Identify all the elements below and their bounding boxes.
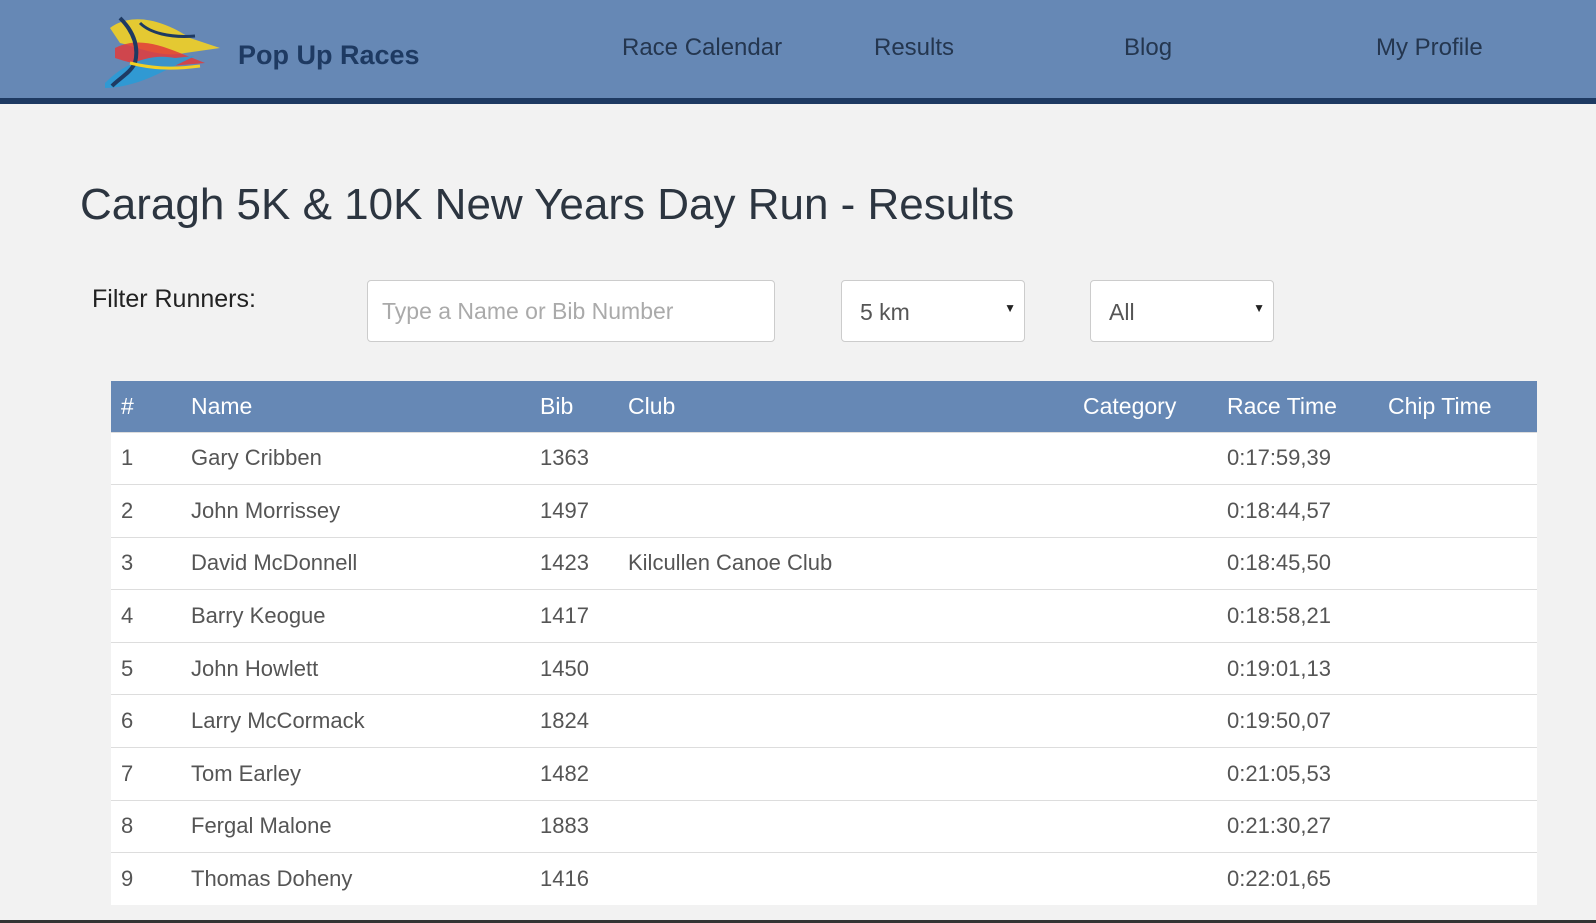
cell-name: John Morrissey bbox=[191, 484, 540, 538]
cell-race-time: 0:18:58,21 bbox=[1227, 589, 1388, 643]
cell-bib: 1363 bbox=[540, 431, 628, 485]
cell-category bbox=[1083, 641, 1227, 695]
nav-my-profile[interactable]: My Profile bbox=[1376, 34, 1483, 62]
cell-bib: 1416 bbox=[540, 852, 628, 906]
cell-club bbox=[628, 431, 1083, 485]
navbar: Pop Up Races Race Calendar Results Blog … bbox=[0, 0, 1596, 104]
cell-race-time: 0:21:05,53 bbox=[1227, 747, 1388, 801]
nav-results[interactable]: Results bbox=[874, 34, 954, 62]
col-header-chip-time[interactable]: Chip Time bbox=[1388, 381, 1537, 432]
cell-club bbox=[628, 589, 1083, 643]
cell-race-time: 0:19:50,07 bbox=[1227, 694, 1388, 748]
cell-chip-time bbox=[1388, 694, 1537, 748]
distance-select-value: 5 km bbox=[860, 299, 910, 325]
cell-category bbox=[1083, 694, 1227, 748]
col-header-category[interactable]: Category bbox=[1083, 381, 1227, 432]
cell-rank: 9 bbox=[111, 852, 191, 906]
runner-logo-icon bbox=[105, 16, 220, 88]
table-row[interactable]: 4 Barry Keogue 1417 0:18:58,21 bbox=[111, 589, 1537, 643]
cell-name: Fergal Malone bbox=[191, 799, 540, 853]
filter-label: Filter Runners: bbox=[92, 285, 256, 313]
cell-club bbox=[628, 747, 1083, 801]
cell-bib: 1417 bbox=[540, 589, 628, 643]
cell-chip-time bbox=[1388, 799, 1537, 853]
col-header-bib[interactable]: Bib bbox=[540, 381, 628, 432]
cell-bib: 1824 bbox=[540, 694, 628, 748]
table-row[interactable]: 1 Gary Cribben 1363 0:17:59,39 bbox=[111, 431, 1537, 485]
cell-race-time: 0:22:01,65 bbox=[1227, 852, 1388, 906]
cell-chip-time bbox=[1388, 431, 1537, 485]
cell-name: John Howlett bbox=[191, 641, 540, 695]
cell-rank: 5 bbox=[111, 641, 191, 695]
table-row[interactable]: 9 Thomas Doheny 1416 0:22:01,65 bbox=[111, 852, 1537, 906]
nav-blog[interactable]: Blog bbox=[1124, 34, 1172, 62]
distance-select[interactable]: 5 km ▼ bbox=[841, 280, 1025, 342]
table-header-row: # Name Bib Club Category Race Time Chip … bbox=[111, 381, 1537, 432]
cell-club bbox=[628, 852, 1083, 906]
page-title: Caragh 5K & 10K New Years Day Run - Resu… bbox=[80, 180, 1015, 229]
col-header-race-time[interactable]: Race Time bbox=[1227, 381, 1388, 432]
cell-race-time: 0:21:30,27 bbox=[1227, 799, 1388, 853]
brand-name: Pop Up Races bbox=[238, 40, 420, 70]
cell-bib: 1423 bbox=[540, 536, 628, 590]
cell-race-time: 0:18:45,50 bbox=[1227, 536, 1388, 590]
runner-search-input[interactable] bbox=[367, 280, 775, 342]
cell-rank: 2 bbox=[111, 484, 191, 538]
cell-category bbox=[1083, 799, 1227, 853]
col-header-name[interactable]: Name bbox=[191, 381, 540, 432]
table-row[interactable]: 5 John Howlett 1450 0:19:01,13 bbox=[111, 641, 1537, 695]
cell-name: Barry Keogue bbox=[191, 589, 540, 643]
cell-name: Larry McCormack bbox=[191, 694, 540, 748]
cell-club bbox=[628, 484, 1083, 538]
cell-club bbox=[628, 694, 1083, 748]
col-header-rank[interactable]: # bbox=[111, 381, 191, 432]
table-row[interactable]: 2 John Morrissey 1497 0:18:44,57 bbox=[111, 484, 1537, 538]
cell-category bbox=[1083, 484, 1227, 538]
cell-rank: 1 bbox=[111, 431, 191, 485]
cell-chip-time bbox=[1388, 747, 1537, 801]
cell-bib: 1450 bbox=[540, 641, 628, 695]
nav-race-calendar[interactable]: Race Calendar bbox=[622, 34, 782, 62]
cell-bib: 1497 bbox=[540, 484, 628, 538]
cell-rank: 8 bbox=[111, 799, 191, 853]
cell-name: Thomas Doheny bbox=[191, 852, 540, 906]
brand-logo[interactable]: Pop Up Races bbox=[100, 8, 420, 92]
cell-name: David McDonnell bbox=[191, 536, 540, 590]
cell-rank: 6 bbox=[111, 694, 191, 748]
cell-race-time: 0:19:01,13 bbox=[1227, 641, 1388, 695]
category-select-value: All bbox=[1109, 299, 1135, 325]
caret-down-icon: ▼ bbox=[1004, 301, 1016, 315]
results-table: # Name Bib Club Category Race Time Chip … bbox=[111, 381, 1537, 906]
cell-club: Kilcullen Canoe Club bbox=[628, 536, 1083, 590]
cell-rank: 4 bbox=[111, 589, 191, 643]
table-row[interactable]: 8 Fergal Malone 1883 0:21:30,27 bbox=[111, 799, 1537, 853]
cell-category bbox=[1083, 536, 1227, 590]
cell-name: Gary Cribben bbox=[191, 431, 540, 485]
cell-bib: 1883 bbox=[540, 799, 628, 853]
table-row[interactable]: 6 Larry McCormack 1824 0:19:50,07 bbox=[111, 694, 1537, 748]
cell-name: Tom Earley bbox=[191, 747, 540, 801]
table-row[interactable]: 7 Tom Earley 1482 0:21:05,53 bbox=[111, 747, 1537, 801]
cell-category bbox=[1083, 589, 1227, 643]
cell-category bbox=[1083, 747, 1227, 801]
cell-club bbox=[628, 641, 1083, 695]
cell-race-time: 0:17:59,39 bbox=[1227, 431, 1388, 485]
cell-chip-time bbox=[1388, 852, 1537, 906]
col-header-club[interactable]: Club bbox=[628, 381, 1083, 432]
category-select[interactable]: All ▼ bbox=[1090, 280, 1274, 342]
cell-chip-time bbox=[1388, 641, 1537, 695]
cell-rank: 3 bbox=[111, 536, 191, 590]
cell-race-time: 0:18:44,57 bbox=[1227, 484, 1388, 538]
cell-bib: 1482 bbox=[540, 747, 628, 801]
table-row[interactable]: 3 David McDonnell 1423 Kilcullen Canoe C… bbox=[111, 536, 1537, 590]
caret-down-icon: ▼ bbox=[1253, 301, 1265, 315]
cell-chip-time bbox=[1388, 589, 1537, 643]
cell-club bbox=[628, 799, 1083, 853]
cell-chip-time bbox=[1388, 536, 1537, 590]
cell-chip-time bbox=[1388, 484, 1537, 538]
cell-category bbox=[1083, 852, 1227, 906]
cell-category bbox=[1083, 431, 1227, 485]
cell-rank: 7 bbox=[111, 747, 191, 801]
